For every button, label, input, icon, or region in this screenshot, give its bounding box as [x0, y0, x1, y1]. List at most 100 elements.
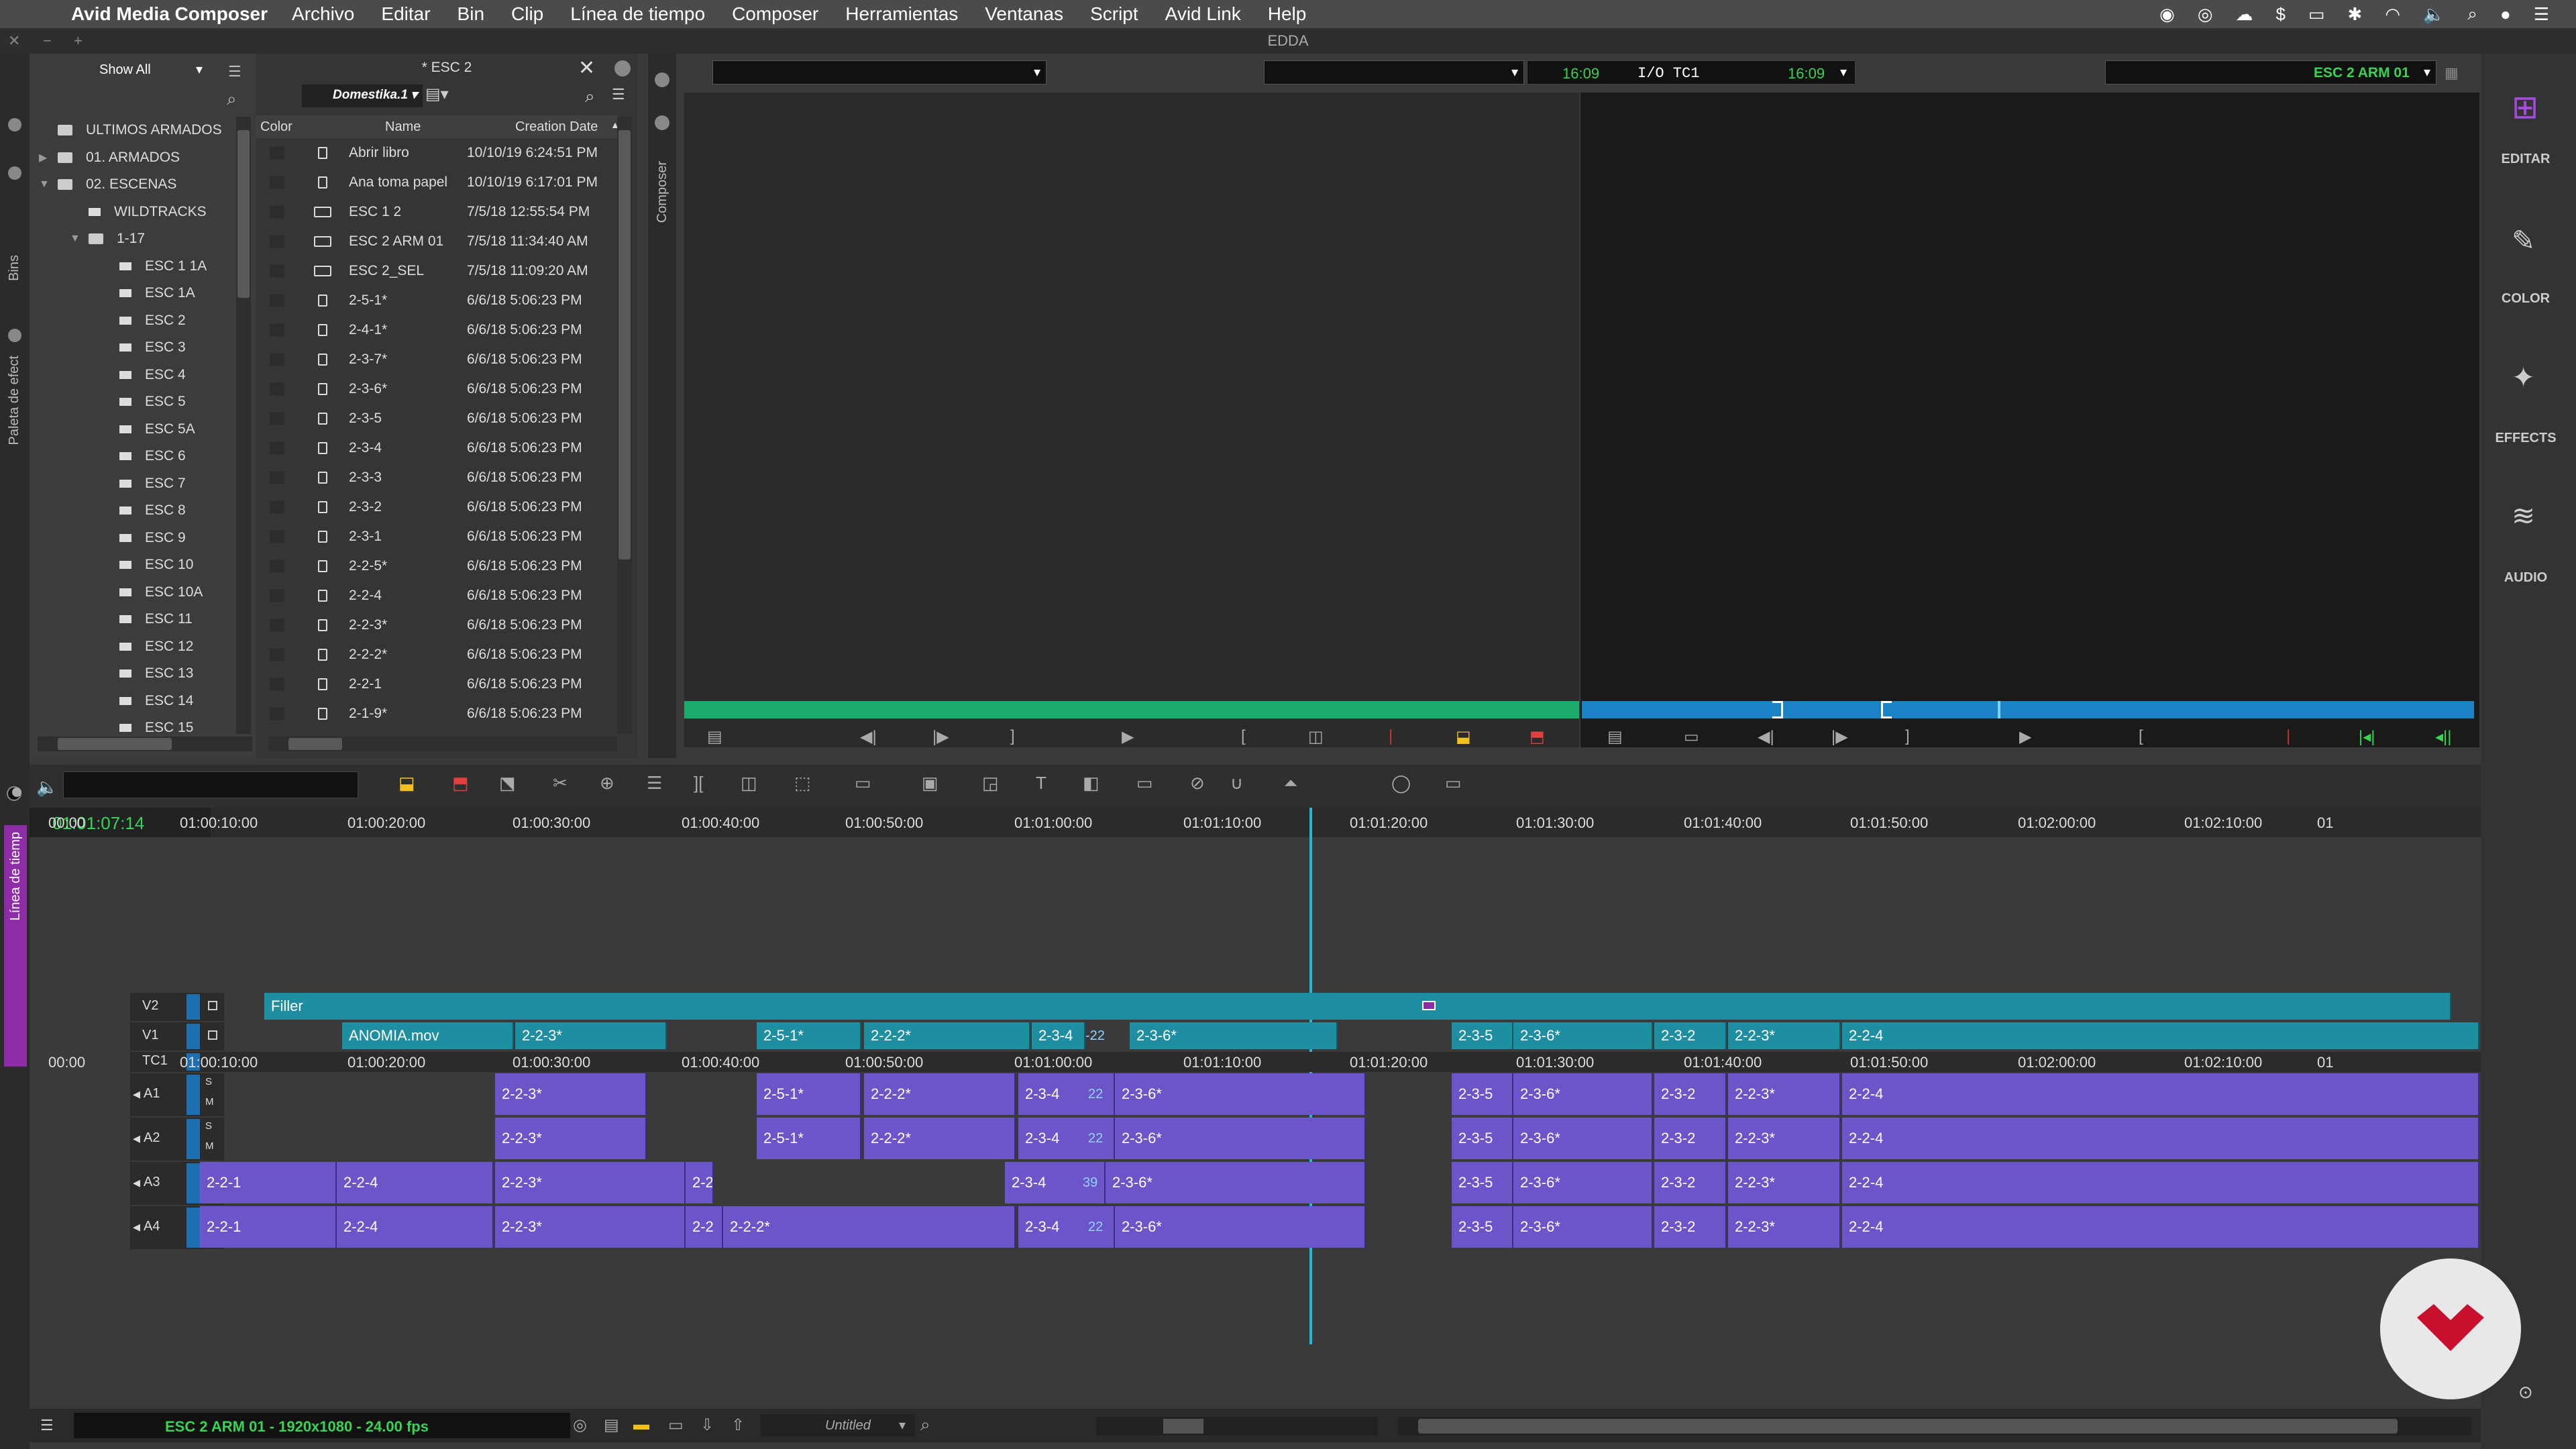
disclosure-triangle-icon[interactable]: ▶	[39, 151, 58, 164]
color-swatch[interactable]	[270, 147, 284, 159]
tree-item[interactable]: ESC 4	[30, 362, 186, 388]
bin-row[interactable]: 2-3-6* 6/6/18 5:06:23 PM	[256, 374, 619, 404]
color-button[interactable]: COLOR	[2482, 291, 2569, 307]
tree-item[interactable]: ESC 5	[30, 388, 186, 415]
a3-clip[interactable]: 2-3-2	[1654, 1162, 1727, 1203]
menu-item[interactable]: Help	[1268, 3, 1307, 25]
bin-menu-icon[interactable]	[614, 60, 631, 76]
bin-row[interactable]: 2-4-1* 6/6/18 5:06:23 PM	[256, 315, 619, 345]
splice-in-icon[interactable]: ⬓	[1456, 727, 1471, 747]
a2-clip[interactable]: 22	[1088, 1118, 1115, 1159]
a4-clip[interactable]: 2-2-1	[200, 1206, 337, 1248]
color-swatch[interactable]	[270, 206, 284, 218]
tree-h-scrollbar[interactable]	[38, 737, 252, 751]
color-swatch[interactable]	[270, 354, 284, 366]
step-forward-icon[interactable]: |▶	[932, 727, 949, 747]
sequence-dropdown[interactable]: ESC 2 ARM 01 ▾	[2105, 60, 2436, 85]
a1-clip[interactable]: 2-3-6*	[1513, 1073, 1653, 1115]
tree-item[interactable]: ESC 6	[30, 443, 186, 470]
bin-icon[interactable]: ▤	[707, 727, 722, 747]
disclosure-triangle-icon[interactable]: ▼	[70, 233, 89, 245]
wifi-icon[interactable]: ◠	[2385, 4, 2400, 25]
bin-row[interactable]: Ana toma papel 10/10/19 6:17:01 PM	[256, 168, 619, 197]
v1-clip[interactable]: -22	[1085, 1022, 1130, 1049]
a4-clip[interactable]: 2-2	[686, 1206, 723, 1248]
a1-clip[interactable]: 2-3-2	[1654, 1073, 1727, 1115]
audio-button[interactable]: AUDIO	[2482, 570, 2569, 586]
overwrite-icon[interactable]: ⬒	[1529, 727, 1545, 747]
a2-clip[interactable]: 2-3-5	[1452, 1118, 1513, 1159]
record-position-bar[interactable]	[1582, 701, 2474, 718]
a4-clip[interactable]: 2-2-3*	[1728, 1206, 1841, 1248]
a3-clip[interactable]: 2-3-5	[1452, 1162, 1513, 1203]
a1-clip[interactable]: 2-2-4	[1842, 1073, 2479, 1115]
a4-clip[interactable]: 2-2-3*	[495, 1206, 686, 1248]
monitor-icon[interactable]: ▭	[668, 1415, 684, 1435]
color-swatch[interactable]	[270, 560, 284, 572]
v1-clip[interactable]: 2-3-5	[1452, 1022, 1513, 1049]
step-back-icon[interactable]: ◀|	[860, 727, 877, 747]
menu-item[interactable]: Ventanas	[985, 3, 1063, 25]
a3-clip[interactable]: 2-2-4	[1842, 1162, 2479, 1203]
close-tab-icon[interactable]	[8, 329, 21, 342]
down-arrow-icon[interactable]: ⇩	[700, 1415, 714, 1435]
tree-item[interactable]: WILDTRACKS	[30, 199, 207, 225]
tree-item[interactable]: ESC 14	[30, 688, 193, 714]
a3-clip[interactable]: 2-2-3*	[1728, 1162, 1841, 1203]
tree-item[interactable]: ESC 2	[30, 307, 186, 334]
tab-timeline[interactable]: Línea de tiemp	[4, 825, 27, 1067]
list-view-icon[interactable]: ▤▾	[425, 85, 449, 104]
volume-icon[interactable]: 🔈	[2423, 4, 2445, 25]
color-swatch[interactable]	[270, 472, 284, 484]
record-monitor[interactable]	[1580, 93, 2479, 747]
step-back-icon[interactable]: ◀|	[1758, 727, 1774, 747]
bin-row[interactable]: 2-3-1 6/6/18 5:06:23 PM	[256, 522, 619, 551]
mark-clip-icon[interactable]: |	[2286, 727, 2290, 746]
play-icon[interactable]: ▶	[2019, 727, 2031, 747]
hamburger-icon[interactable]: ☰	[40, 1417, 54, 1434]
record-icon[interactable]: ◉	[2159, 4, 2175, 25]
mark-out-icon[interactable]: ]	[1010, 727, 1015, 746]
a1-clip[interactable]: 2-3-5	[1452, 1073, 1513, 1115]
v1-clip[interactable]: 2-3-4	[1032, 1022, 1085, 1049]
mark-in-icon[interactable]: [	[2139, 727, 2143, 746]
disclosure-triangle-icon[interactable]: ▼	[39, 178, 58, 191]
v1-clip[interactable]: 2-2-3*	[515, 1022, 667, 1049]
menu-item[interactable]: Herramientas	[845, 3, 958, 25]
a2-clip[interactable]: 2-3-6*	[1115, 1118, 1366, 1159]
a3-clip[interactable]: 2-3-6*	[1513, 1162, 1653, 1203]
a4-clip[interactable]: 22	[1088, 1206, 1115, 1248]
tab-composer[interactable]: Composer	[655, 161, 670, 223]
menu-item[interactable]: Bin	[458, 3, 484, 25]
source-position-bar[interactable]	[684, 701, 1579, 718]
tree-item[interactable]: ESC 3	[30, 334, 186, 361]
search-icon[interactable]: ⌕	[920, 1414, 930, 1436]
a2-clip[interactable]: 2-3-6*	[1513, 1118, 1653, 1159]
add-icon[interactable]: +	[74, 28, 83, 54]
color-swatch[interactable]	[270, 294, 284, 307]
tree-item[interactable]: ESC 13	[30, 660, 193, 687]
a1-clip[interactable]: 2-3-6*	[1115, 1073, 1366, 1115]
audio-wave-icon[interactable]: ≋	[2512, 499, 2535, 532]
tree-item[interactable]: ▼ 1-17	[30, 225, 145, 252]
grid-icon[interactable]: ▦	[2445, 64, 2459, 82]
show-all-dropdown[interactable]: Show All ▾	[68, 59, 209, 82]
v1-clip[interactable]: 2-5-1*	[757, 1022, 861, 1049]
menu-item[interactable]: Línea de tiempo	[570, 3, 705, 25]
mark-clip-icon[interactable]: |	[1389, 727, 1393, 746]
go-to-out-icon[interactable]: ◂||	[2435, 727, 2452, 747]
bin-row[interactable]: 2-1-9* 6/6/18 5:06:23 PM	[256, 699, 619, 729]
a2-clip[interactable]: 2-2-2*	[864, 1118, 1016, 1159]
close-tab-icon[interactable]	[8, 118, 21, 131]
menu-item[interactable]: Avid Link	[1165, 3, 1241, 25]
color-swatch[interactable]	[270, 413, 284, 425]
mark-in-marker[interactable]	[1881, 701, 1892, 718]
bin-row[interactable]: 2-5-1* 6/6/18 5:06:23 PM	[256, 286, 619, 315]
creative-cloud-icon[interactable]: ◎	[2198, 4, 2213, 25]
source-monitor[interactable]	[684, 93, 1579, 747]
tree-item[interactable]: ESC 9	[30, 525, 186, 551]
a1-clip[interactable]: 2-2-3*	[1728, 1073, 1841, 1115]
bin-column-header[interactable]: Name	[385, 119, 421, 135]
tree-item[interactable]: ESC 8	[30, 497, 186, 524]
bin-view-dropdown[interactable]: Domestika.1 ▾	[302, 85, 423, 107]
